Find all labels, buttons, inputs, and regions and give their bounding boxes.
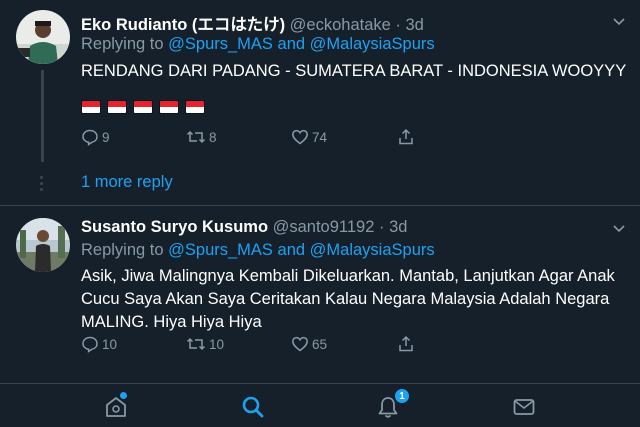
reply-icon bbox=[82, 129, 98, 146]
retweet-count: 8 bbox=[209, 129, 217, 145]
tweet-time: · 3d bbox=[395, 16, 424, 34]
search-icon[interactable] bbox=[240, 394, 266, 420]
share-icon bbox=[399, 335, 413, 352]
retweet-button[interactable]: 8 bbox=[186, 128, 217, 146]
user-handle[interactable]: @eckohatake bbox=[290, 16, 391, 34]
thread-dots bbox=[40, 176, 44, 194]
share-icon bbox=[399, 128, 413, 145]
tweet-1[interactable]: Eko Rudianto (エコはたけ) @eckohatake · 3d Re… bbox=[0, 0, 640, 200]
share-button[interactable] bbox=[397, 128, 415, 146]
replying-to: Replying to @Spurs_MAS and @MalaysiaSpur… bbox=[81, 241, 435, 260]
mention-link[interactable]: @Spurs_MAS bbox=[168, 35, 273, 53]
indonesia-flag-icon bbox=[133, 100, 153, 114]
home-activity-dot bbox=[120, 392, 127, 399]
like-count: 74 bbox=[312, 129, 328, 145]
avatar[interactable] bbox=[16, 218, 70, 272]
tweet-actions: 10 10 65 bbox=[81, 335, 426, 357]
indonesia-flag-icon bbox=[107, 100, 127, 114]
indonesia-flag-icon bbox=[159, 100, 179, 114]
messages-icon[interactable] bbox=[511, 394, 537, 420]
display-name[interactable]: Susanto Suryo Kusumo bbox=[81, 218, 268, 236]
user-handle[interactable]: @santo91192 bbox=[273, 218, 375, 236]
mention-link[interactable]: @MalaysiaSpurs bbox=[310, 241, 435, 259]
chevron-down-icon[interactable] bbox=[612, 221, 626, 235]
mention-and[interactable]: and bbox=[278, 241, 306, 259]
mention-link[interactable]: @Spurs_MAS bbox=[168, 241, 273, 259]
more-reply-link[interactable]: 1 more reply bbox=[81, 173, 173, 192]
tweet-actions: 9 8 74 bbox=[81, 128, 426, 150]
share-button[interactable] bbox=[397, 335, 415, 353]
heart-icon bbox=[292, 336, 308, 352]
like-count: 65 bbox=[312, 336, 328, 352]
indonesia-flag-icon bbox=[81, 100, 101, 114]
tweet-time: · 3d bbox=[379, 218, 408, 236]
replying-prefix: Replying to bbox=[81, 35, 164, 53]
mention-link[interactable]: @MalaysiaSpurs bbox=[310, 35, 435, 53]
chevron-down-icon[interactable] bbox=[612, 14, 626, 28]
replying-to: Replying to @Spurs_MAS and @MalaysiaSpur… bbox=[81, 35, 435, 54]
notification-badge: 1 bbox=[394, 388, 410, 404]
retweet-button[interactable]: 10 bbox=[186, 335, 224, 353]
retweet-icon bbox=[186, 337, 206, 351]
tweet-text: RENDANG DARI PADANG - SUMATERA BARAT - I… bbox=[81, 62, 627, 80]
reply-icon bbox=[82, 336, 98, 353]
avatar[interactable] bbox=[16, 10, 70, 64]
tweet-header: Eko Rudianto (エコはたけ) @eckohatake · 3d bbox=[81, 11, 424, 35]
replying-prefix: Replying to bbox=[81, 241, 164, 259]
indonesia-flag-icon bbox=[185, 100, 205, 114]
tweet-text: Asik, Jiwa Malingnya Kembali Dikeluarkan… bbox=[81, 267, 615, 331]
reply-button[interactable]: 10 bbox=[81, 335, 117, 353]
display-name[interactable]: Eko Rudianto (エコはたけ) bbox=[81, 16, 285, 34]
retweet-icon bbox=[186, 130, 206, 144]
reply-count: 9 bbox=[102, 129, 110, 145]
flag-emojis bbox=[81, 100, 205, 114]
bottom-tab-bar bbox=[0, 383, 640, 427]
tweet-header: Susanto Suryo Kusumo @santo91192 · 3d bbox=[81, 218, 407, 237]
tweet-2[interactable]: Susanto Suryo Kusumo @santo91192 · 3d Re… bbox=[0, 206, 640, 382]
heart-icon bbox=[292, 129, 308, 145]
retweet-count: 10 bbox=[209, 336, 225, 352]
thread-line bbox=[41, 70, 44, 162]
like-button[interactable]: 65 bbox=[291, 335, 327, 353]
like-button[interactable]: 74 bbox=[291, 128, 327, 146]
reply-count: 10 bbox=[102, 336, 118, 352]
mention-and[interactable]: and bbox=[278, 35, 306, 53]
reply-button[interactable]: 9 bbox=[81, 128, 110, 146]
